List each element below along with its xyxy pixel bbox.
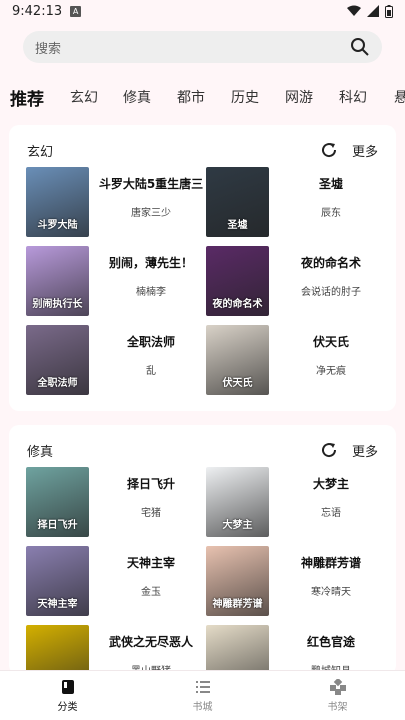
book-cover[interactable]: 别闹执行长 [26, 246, 89, 316]
book-author: 净无痕 [316, 366, 346, 377]
book-author: 宅猪 [141, 508, 161, 519]
book-item[interactable]: 圣墟 圣墟 辰东 [206, 167, 388, 237]
cover-title-text: 别闹执行长 [32, 299, 83, 310]
cover-title-text: 神雕群芳谱 [212, 599, 263, 610]
book-author: 会说话的肘子 [301, 287, 361, 298]
tab-2[interactable]: 修真 [123, 87, 151, 107]
book-cover[interactable]: 天神主宰 [26, 546, 89, 616]
signal-icon [367, 5, 379, 17]
cover-title-text: 圣墟 [227, 220, 248, 231]
book-item[interactable]: 全职法师 全职法师乱 [26, 325, 208, 395]
book-item[interactable]: 斗罗大陆 斗罗大陆5重生唐三唐家三少 [26, 167, 208, 237]
book-item[interactable]: 择日飞升 择日飞升 宅猪 [26, 467, 208, 537]
book-cover[interactable]: 圣墟 [206, 167, 269, 237]
cover-title-text: 全职法师 [37, 378, 78, 389]
book-title[interactable]: 择日飞升 [96, 475, 206, 492]
nav-item-bookshelf[interactable]: 书架 [270, 671, 405, 720]
search-placeholder: 搜索 [35, 41, 62, 57]
book-author: 金玉 [141, 587, 161, 598]
notification-icon: A [70, 5, 82, 17]
cover-title-text: 天神主宰 [37, 599, 78, 610]
book-title[interactable]: 圣墟 [276, 175, 386, 192]
search-icon[interactable] [350, 37, 370, 57]
tab-4[interactable]: 历史 [231, 87, 259, 107]
cover-title-text: 伏天氏 [222, 378, 253, 389]
book-author: 楠楠李 [136, 287, 166, 298]
book-title[interactable]: 夜的命名术 [276, 254, 386, 271]
tab-1[interactable]: 玄幻 [70, 87, 98, 107]
search-input[interactable]: 搜索 [23, 31, 382, 63]
nav-label: 书城 [192, 701, 213, 713]
book-cover[interactable]: 夜的命名术 [206, 246, 269, 316]
book-cover[interactable]: 大梦主 [206, 467, 269, 537]
battery-icon [385, 4, 393, 18]
nav-label: 分类 [57, 701, 78, 713]
book-item[interactable]: 大梦主 大梦主 忘语 [206, 467, 388, 537]
book-item[interactable]: 红色官途鹏城知县 [206, 625, 388, 675]
nav-label: 书架 [327, 701, 348, 713]
book-item[interactable]: 神雕群芳谱 神雕群芳谱 寒冷晴天 [206, 546, 388, 616]
cover-title-text: 夜的命名术 [212, 299, 263, 310]
book-title[interactable]: 伏天氏 [276, 333, 386, 350]
book-cover[interactable] [26, 625, 89, 675]
refresh-icon[interactable] [320, 441, 338, 459]
book-cover[interactable]: 神雕群芳谱 [206, 546, 269, 616]
book-author: 唐家三少 [131, 208, 171, 219]
book-title[interactable]: 别闹，薄先生！ [96, 254, 206, 271]
book-icon [61, 679, 74, 694]
more-button[interactable]: 更多 [352, 441, 378, 460]
book-cover[interactable]: 全职法师 [26, 325, 89, 395]
grid-icon [329, 678, 346, 695]
book-item[interactable]: 天神主宰 天神主宰 金玉 [26, 546, 208, 616]
book-author: 乱 [146, 366, 156, 377]
tab-5[interactable]: 网游 [285, 87, 313, 107]
nav-item-bookstore[interactable]: 书城 [135, 671, 270, 720]
category-tabs: 推荐 玄幻 修真 都市 历史 网游 科幻 悬 [0, 78, 405, 116]
book-cover[interactable]: 伏天氏 [206, 325, 269, 395]
cover-title-text: 大梦主 [222, 520, 253, 531]
book-author: 辰东 [321, 208, 341, 219]
book-title[interactable]: 大梦主 [276, 475, 386, 492]
book-cover[interactable]: 择日飞升 [26, 467, 89, 537]
list-icon [195, 680, 210, 693]
cover-title-text: 斗罗大陆 [37, 220, 78, 231]
book-title[interactable]: 全职法师 [96, 333, 206, 350]
status-time: 9:42:13 [12, 3, 63, 19]
book-item[interactable]: 伏天氏 伏天氏 净无痕 [206, 325, 388, 395]
tab-7[interactable]: 悬 [394, 87, 405, 107]
book-item[interactable]: 夜的命名术 夜的命名术 会说话的肘子 [206, 246, 388, 316]
book-title[interactable]: 神雕群芳谱 [276, 554, 386, 571]
book-cover[interactable] [206, 625, 269, 675]
book-author: 忘语 [321, 508, 341, 519]
book-title[interactable]: 斗罗大陆5重生唐三 [96, 175, 206, 192]
cover-title-text: 择日飞升 [37, 520, 78, 531]
book-title[interactable]: 武侠之无尽恶人 [96, 633, 206, 650]
book-item[interactable]: 别闹执行长 别闹，薄先生！ 楠楠李 [26, 246, 208, 316]
tab-0[interactable]: 推荐 [10, 85, 44, 110]
nav-item-category[interactable]: 分类 [0, 671, 135, 720]
section-card-xuanhuan: 玄幻 更多 斗罗大陆 斗罗大陆5重生唐三 唐家三少 圣墟 圣墟 辰东 别闹执行长 别闹，薄先生… [9, 125, 396, 411]
bottom-nav: 分类 书城 书架 [0, 670, 405, 720]
book-title[interactable]: 天神主宰 [96, 554, 206, 571]
book-cover[interactable]: 斗罗大陆 [26, 167, 89, 237]
tab-6[interactable]: 科幻 [339, 87, 367, 107]
status-bar: 9:42:13 A [0, 0, 405, 22]
section-title: 玄幻 [27, 144, 54, 160]
refresh-icon[interactable] [320, 141, 338, 159]
section-card-xiuzhen: 修真 更多 择日飞升 择日飞升 宅猪 大梦主 大梦主 忘语 天神主宰 天神主宰 金玉 神雕群芳谱神… [9, 425, 396, 675]
book-title[interactable]: 红色官途 [276, 633, 386, 650]
more-button[interactable]: 更多 [352, 141, 378, 160]
wifi-icon [347, 5, 361, 16]
section-title: 修真 [27, 444, 54, 460]
book-author: 寒冷晴天 [311, 587, 351, 598]
book-item[interactable]: 武侠之无尽恶人黑山野猪 [26, 625, 208, 675]
tab-3[interactable]: 都市 [177, 87, 205, 107]
